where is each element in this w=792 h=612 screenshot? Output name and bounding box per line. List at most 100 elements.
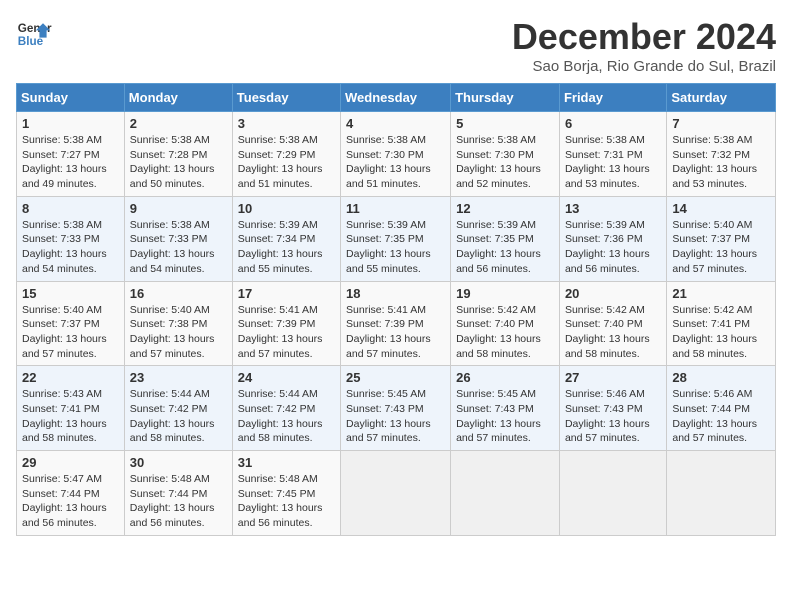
day-info: Sunrise: 5:40 AM Sunset: 7:37 PM Dayligh… — [672, 218, 770, 277]
calendar-cell: 21Sunrise: 5:42 AM Sunset: 7:41 PM Dayli… — [667, 281, 776, 366]
day-info: Sunrise: 5:38 AM Sunset: 7:29 PM Dayligh… — [238, 133, 335, 192]
day-info: Sunrise: 5:42 AM Sunset: 7:40 PM Dayligh… — [456, 303, 554, 362]
day-number: 10 — [238, 201, 335, 216]
calendar-cell — [559, 451, 666, 536]
calendar-cell: 2 Sunrise: 5:38 AM Sunset: 7:28 PM Daylig… — [124, 112, 232, 197]
header: General Blue December 2024 Sao Borja, Ri… — [16, 16, 776, 75]
day-number: 29 — [22, 455, 119, 470]
logo-icon: General Blue — [16, 16, 52, 52]
logo: General Blue — [16, 16, 52, 52]
calendar-cell — [667, 451, 776, 536]
calendar-week-row: 8 Sunrise: 5:38 AM Sunset: 7:33 PM Daylig… — [17, 196, 776, 281]
day-info: Sunrise: 5:38 AM Sunset: 7:30 PM Dayligh… — [346, 133, 445, 192]
day-header-tuesday: Tuesday — [232, 84, 340, 112]
day-info: Sunrise: 5:42 AM Sunset: 7:41 PM Dayligh… — [672, 303, 770, 362]
calendar-cell: 24 Sunrise: 5:44 AM Sunset: 7:42 PM Dayli… — [232, 366, 340, 451]
day-info: Sunrise: 5:40 AM Sunset: 7:38 PM Dayligh… — [130, 303, 227, 362]
day-info: Sunrise: 5:46 AM Sunset: 7:43 PM Dayligh… — [565, 387, 661, 446]
day-number: 3 — [238, 116, 335, 131]
calendar-cell: 10Sunrise: 5:39 AM Sunset: 7:34 PM Dayli… — [232, 196, 340, 281]
day-header-thursday: Thursday — [451, 84, 560, 112]
calendar-cell: 14 Sunrise: 5:40 AM Sunset: 7:37 PM Dayli… — [667, 196, 776, 281]
day-number: 4 — [346, 116, 445, 131]
calendar-week-row: 22 Sunrise: 5:43 AM Sunset: 7:41 PM Dayli… — [17, 366, 776, 451]
day-number: 25 — [346, 370, 445, 385]
calendar-cell: 28Sunrise: 5:46 AM Sunset: 7:44 PM Dayli… — [667, 366, 776, 451]
day-info: Sunrise: 5:42 AM Sunset: 7:40 PM Dayligh… — [565, 303, 661, 362]
calendar-cell: 7 Sunrise: 5:38 AM Sunset: 7:32 PM Daylig… — [667, 112, 776, 197]
day-info: Sunrise: 5:38 AM Sunset: 7:31 PM Dayligh… — [565, 133, 661, 192]
day-number: 7 — [672, 116, 770, 131]
calendar-cell: 26 Sunrise: 5:45 AM Sunset: 7:43 PM Dayli… — [451, 366, 560, 451]
day-info: Sunrise: 5:38 AM Sunset: 7:32 PM Dayligh… — [672, 133, 770, 192]
day-info: Sunrise: 5:44 AM Sunset: 7:42 PM Dayligh… — [238, 387, 335, 446]
day-info: Sunrise: 5:39 AM Sunset: 7:35 PM Dayligh… — [346, 218, 445, 277]
day-header-friday: Friday — [559, 84, 666, 112]
day-number: 9 — [130, 201, 227, 216]
day-number: 23 — [130, 370, 227, 385]
calendar-header-row: SundayMondayTuesdayWednesdayThursdayFrid… — [17, 84, 776, 112]
calendar-week-row: 1 Sunrise: 5:38 AM Sunset: 7:27 PM Daylig… — [17, 112, 776, 197]
calendar-cell: 16 Sunrise: 5:40 AM Sunset: 7:38 PM Dayli… — [124, 281, 232, 366]
day-header-wednesday: Wednesday — [341, 84, 451, 112]
day-info: Sunrise: 5:47 AM Sunset: 7:44 PM Dayligh… — [22, 472, 119, 531]
day-number: 6 — [565, 116, 661, 131]
calendar-cell: 18 Sunrise: 5:41 AM Sunset: 7:39 PM Dayli… — [341, 281, 451, 366]
calendar-cell: 27 Sunrise: 5:46 AM Sunset: 7:43 PM Dayli… — [559, 366, 666, 451]
day-number: 2 — [130, 116, 227, 131]
day-number: 30 — [130, 455, 227, 470]
day-number: 15 — [22, 286, 119, 301]
day-info: Sunrise: 5:38 AM Sunset: 7:28 PM Dayligh… — [130, 133, 227, 192]
calendar-cell: 25 Sunrise: 5:45 AM Sunset: 7:43 PM Dayli… — [341, 366, 451, 451]
calendar-cell: 9 Sunrise: 5:38 AM Sunset: 7:33 PM Daylig… — [124, 196, 232, 281]
calendar-cell — [341, 451, 451, 536]
month-title: December 2024 — [512, 16, 776, 58]
calendar-cell: 6 Sunrise: 5:38 AM Sunset: 7:31 PM Daylig… — [559, 112, 666, 197]
calendar-cell: 4 Sunrise: 5:38 AM Sunset: 7:30 PM Daylig… — [341, 112, 451, 197]
day-info: Sunrise: 5:43 AM Sunset: 7:41 PM Dayligh… — [22, 387, 119, 446]
calendar-week-row: 29 Sunrise: 5:47 AM Sunset: 7:44 PM Dayli… — [17, 451, 776, 536]
calendar-cell: 29 Sunrise: 5:47 AM Sunset: 7:44 PM Dayli… — [17, 451, 125, 536]
day-number: 26 — [456, 370, 554, 385]
calendar-cell: 30 Sunrise: 5:48 AM Sunset: 7:44 PM Dayli… — [124, 451, 232, 536]
day-number: 20 — [565, 286, 661, 301]
calendar-cell: 12Sunrise: 5:39 AM Sunset: 7:35 PM Dayli… — [451, 196, 560, 281]
day-info: Sunrise: 5:41 AM Sunset: 7:39 PM Dayligh… — [346, 303, 445, 362]
day-info: Sunrise: 5:38 AM Sunset: 7:33 PM Dayligh… — [130, 218, 227, 277]
day-number: 22 — [22, 370, 119, 385]
day-info: Sunrise: 5:44 AM Sunset: 7:42 PM Dayligh… — [130, 387, 227, 446]
calendar-cell: 19Sunrise: 5:42 AM Sunset: 7:40 PM Dayli… — [451, 281, 560, 366]
day-number: 5 — [456, 116, 554, 131]
calendar-cell: 3 Sunrise: 5:38 AM Sunset: 7:29 PM Daylig… — [232, 112, 340, 197]
day-number: 12 — [456, 201, 554, 216]
day-number: 14 — [672, 201, 770, 216]
calendar-cell: 13 Sunrise: 5:39 AM Sunset: 7:36 PM Dayli… — [559, 196, 666, 281]
calendar-cell: 23 Sunrise: 5:44 AM Sunset: 7:42 PM Dayli… — [124, 366, 232, 451]
calendar-cell: 31Sunrise: 5:48 AM Sunset: 7:45 PM Dayli… — [232, 451, 340, 536]
day-header-sunday: Sunday — [17, 84, 125, 112]
day-info: Sunrise: 5:45 AM Sunset: 7:43 PM Dayligh… — [346, 387, 445, 446]
day-number: 16 — [130, 286, 227, 301]
day-info: Sunrise: 5:48 AM Sunset: 7:44 PM Dayligh… — [130, 472, 227, 531]
calendar-cell: 8Sunrise: 5:38 AM Sunset: 7:33 PM Daylig… — [17, 196, 125, 281]
day-number: 27 — [565, 370, 661, 385]
day-number: 1 — [22, 116, 119, 131]
calendar-cell — [451, 451, 560, 536]
calendar-table: SundayMondayTuesdayWednesdayThursdayFrid… — [16, 83, 776, 536]
calendar-cell: 1 Sunrise: 5:38 AM Sunset: 7:27 PM Daylig… — [17, 112, 125, 197]
day-header-saturday: Saturday — [667, 84, 776, 112]
day-info: Sunrise: 5:38 AM Sunset: 7:27 PM Dayligh… — [22, 133, 119, 192]
day-info: Sunrise: 5:39 AM Sunset: 7:36 PM Dayligh… — [565, 218, 661, 277]
day-number: 24 — [238, 370, 335, 385]
day-number: 8 — [22, 201, 119, 216]
day-info: Sunrise: 5:45 AM Sunset: 7:43 PM Dayligh… — [456, 387, 554, 446]
day-number: 18 — [346, 286, 445, 301]
day-info: Sunrise: 5:38 AM Sunset: 7:30 PM Dayligh… — [456, 133, 554, 192]
day-info: Sunrise: 5:48 AM Sunset: 7:45 PM Dayligh… — [238, 472, 335, 531]
location-subtitle: Sao Borja, Rio Grande do Sul, Brazil — [512, 58, 776, 75]
calendar-cell: 17Sunrise: 5:41 AM Sunset: 7:39 PM Dayli… — [232, 281, 340, 366]
day-number: 17 — [238, 286, 335, 301]
calendar-week-row: 15Sunrise: 5:40 AM Sunset: 7:37 PM Dayli… — [17, 281, 776, 366]
day-number: 13 — [565, 201, 661, 216]
day-header-monday: Monday — [124, 84, 232, 112]
